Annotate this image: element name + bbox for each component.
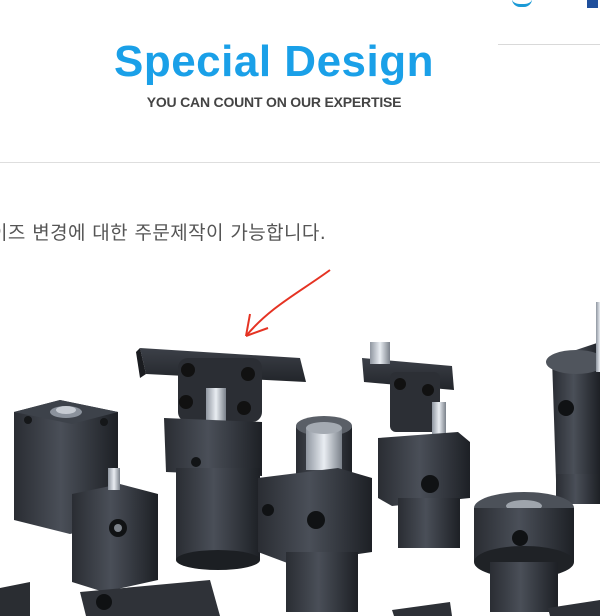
section-divider — [0, 162, 600, 163]
section-header: Special Design YOU CAN COUNT ON OUR EXPE… — [0, 36, 548, 110]
clamp-right-arm — [362, 342, 470, 548]
page-title: Special Design — [113, 37, 434, 86]
page-subtitle: YOU CAN COUNT ON OUR EXPERTISE — [146, 94, 402, 110]
annotation-arrow — [245, 269, 331, 337]
clamp-far-right — [546, 302, 600, 504]
description-text: 이즈 변경에 대한 주문제작이 가능합니다. — [0, 222, 327, 244]
nav-logo-fragment — [512, 0, 532, 7]
nav-accent-block[interactable] — [587, 0, 598, 8]
product-photo — [0, 269, 600, 616]
clamp-front-round — [474, 492, 574, 612]
clamp-center-cylinder — [258, 416, 372, 612]
